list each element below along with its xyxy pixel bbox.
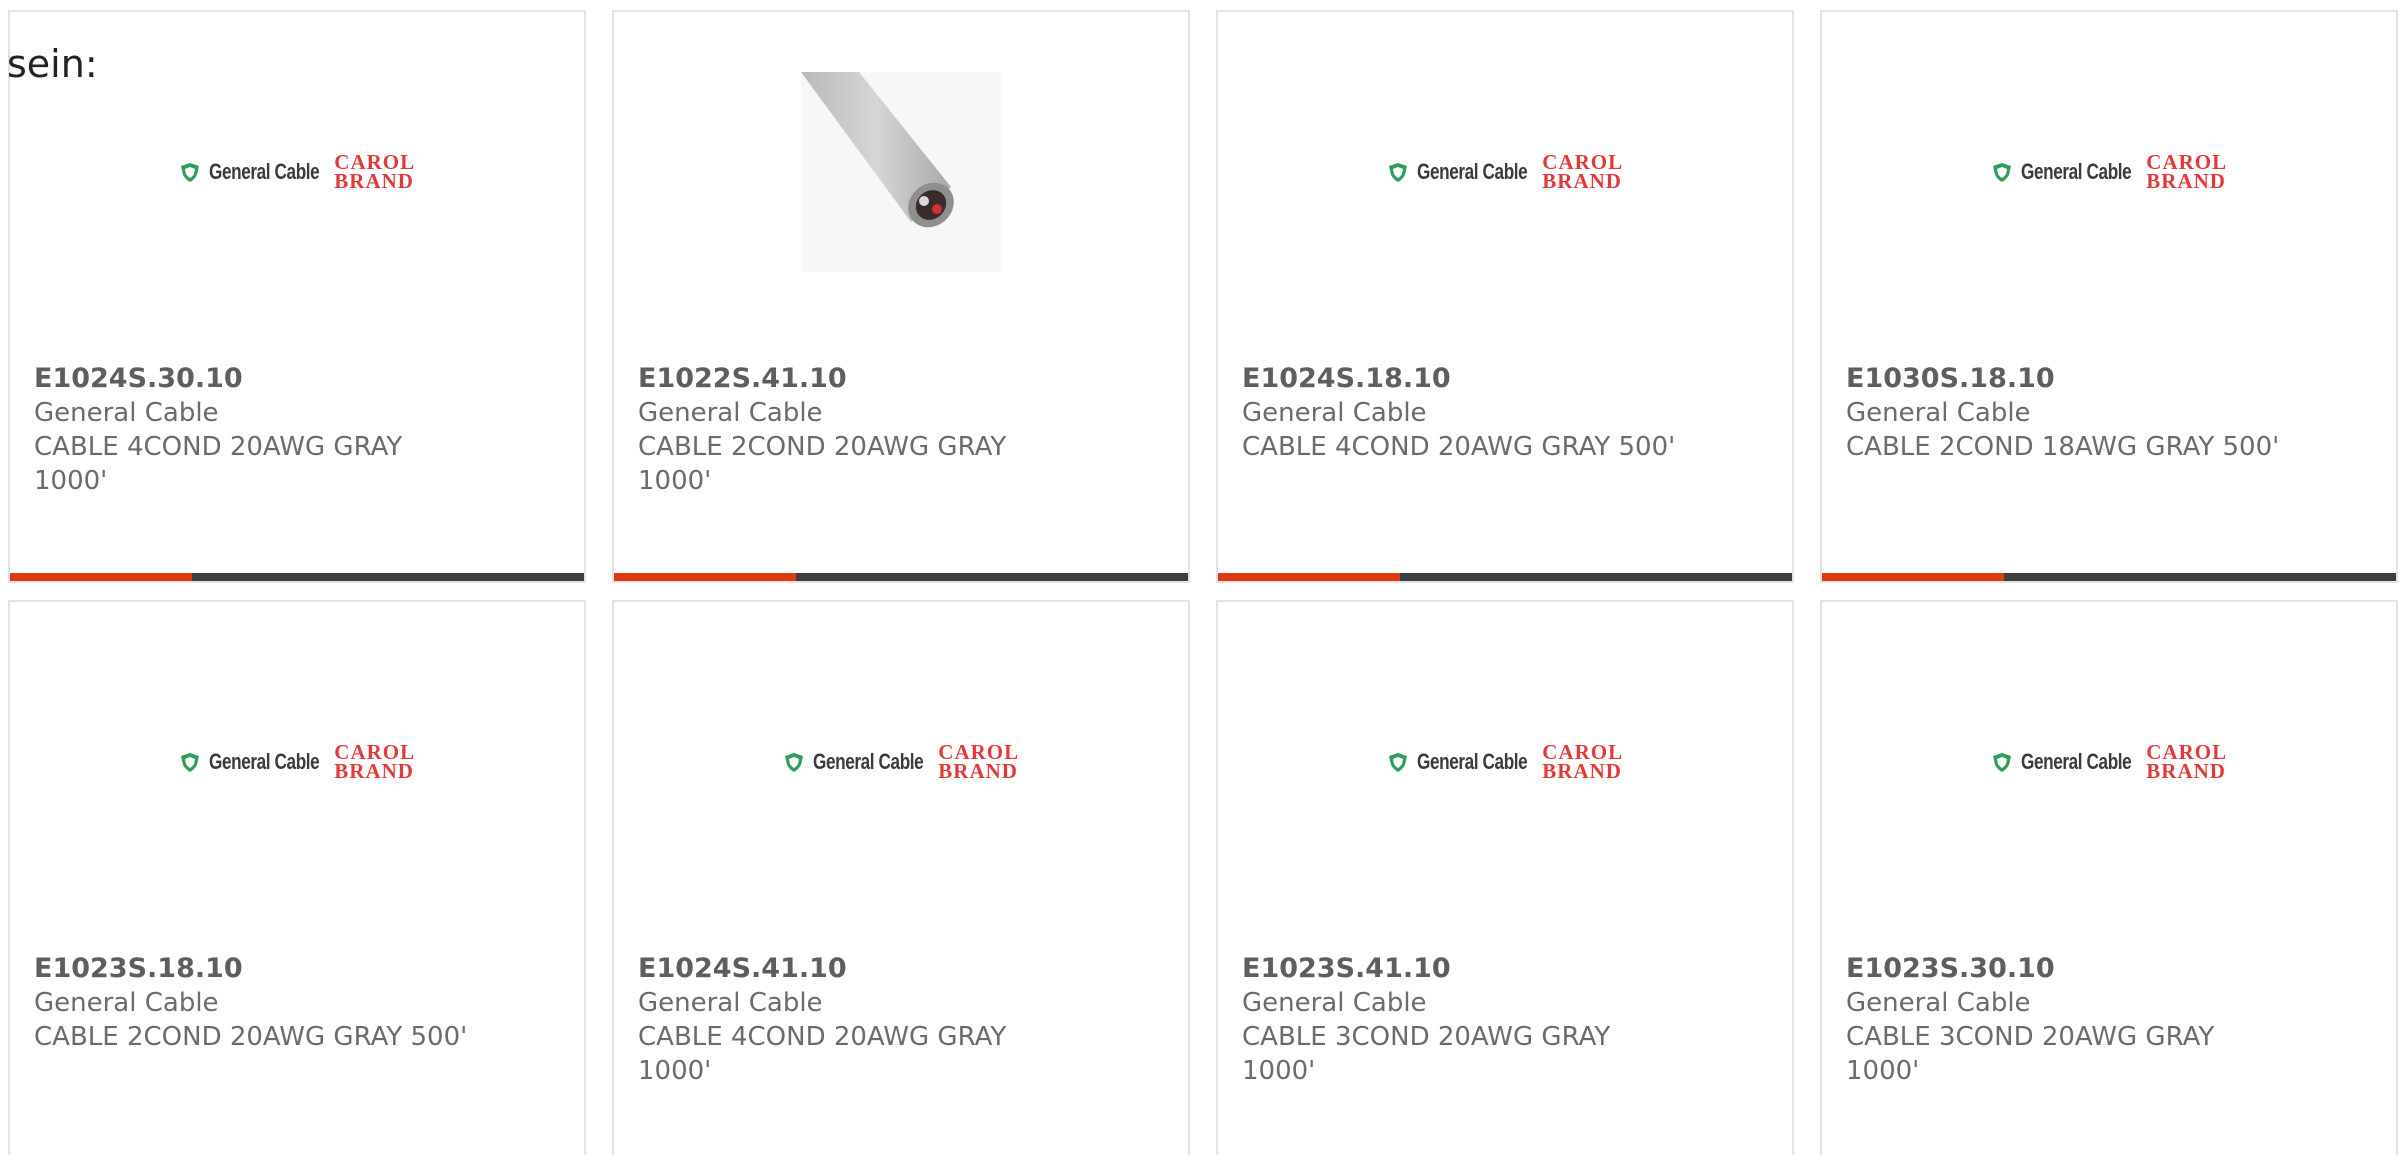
product-card[interactable]: E1022S.41.10 General Cable CABLE 2COND 2… xyxy=(612,10,1190,583)
brand-name: General Cable xyxy=(638,988,823,1018)
logo-general-cable-text: General Cable xyxy=(2020,159,2132,184)
general-cable-shield-icon xyxy=(1388,753,1407,772)
logo-general-cable-text: General Cable xyxy=(812,749,924,774)
product-description: CABLE 3COND 20AWG GRAY 1000' xyxy=(1846,1022,2215,1086)
general-cable-carol-brand-logo: General Cable CAROL BRAND xyxy=(179,150,416,193)
product-description: CABLE 2COND 20AWG GRAY 1000' xyxy=(638,432,1007,496)
product-card[interactable]: General Cable CAROL BRAND E1024S.18.10 Ge… xyxy=(1216,10,1794,583)
product-info: E1023S.41.10 General Cable CABLE 3COND 2… xyxy=(1242,952,1772,1088)
brand-name: General Cable xyxy=(1242,988,1427,1018)
card-accent-bar xyxy=(1218,573,1792,581)
product-image[interactable]: General Cable CAROL BRAND xyxy=(10,652,584,872)
logo-carol-brand: CAROL BRAND xyxy=(334,740,416,783)
part-number[interactable]: E1024S.30.10 xyxy=(34,362,564,396)
product-image[interactable]: General Cable CAROL BRAND xyxy=(614,652,1188,872)
general-cable-carol-brand-logo: General Cable CAROL BRAND xyxy=(1991,150,2228,193)
logo-carol-brand: CAROL BRAND xyxy=(334,150,416,193)
logo-carol-brand: CAROL BRAND xyxy=(1542,740,1624,783)
logo-carol-brand: CAROL BRAND xyxy=(1542,150,1624,193)
logo-general-cable-text: General Cable xyxy=(208,749,320,774)
product-description: CABLE 2COND 18AWG GRAY 500' xyxy=(1846,432,2280,462)
general-cable-shield-icon xyxy=(784,753,803,772)
general-cable-shield-icon xyxy=(1992,163,2011,182)
product-image[interactable]: General Cable CAROL BRAND xyxy=(1822,62,2396,282)
part-number[interactable]: E1022S.41.10 xyxy=(638,362,1168,396)
logo-general-cable-text: General Cable xyxy=(1416,159,1528,184)
general-cable-carol-brand-logo: General Cable CAROL BRAND xyxy=(179,740,416,783)
part-number[interactable]: E1023S.30.10 xyxy=(1846,952,2376,986)
card-accent-bar xyxy=(1822,573,2396,581)
product-card[interactable]: General Cable CAROL BRAND E1024S.41.10 Ge… xyxy=(612,600,1190,1155)
product-card[interactable]: General Cable CAROL BRAND E1023S.18.10 Ge… xyxy=(8,600,586,1155)
general-cable-carol-brand-logo: General Cable CAROL BRAND xyxy=(1387,150,1624,193)
product-description: CABLE 2COND 20AWG GRAY 500' xyxy=(34,1022,468,1052)
logo-general-cable-text: General Cable xyxy=(208,159,320,184)
brand-name: General Cable xyxy=(1846,988,2031,1018)
logo-general-cable-text: General Cable xyxy=(1416,749,1528,774)
part-number[interactable]: E1023S.41.10 xyxy=(1242,952,1772,986)
brand-name: General Cable xyxy=(1846,398,2031,428)
product-info: E1022S.41.10 General Cable CABLE 2COND 2… xyxy=(638,362,1168,498)
brand-name: General Cable xyxy=(34,398,219,428)
general-cable-shield-icon xyxy=(180,163,199,182)
product-image[interactable]: General Cable CAROL BRAND xyxy=(1218,62,1792,282)
part-number[interactable]: E1023S.18.10 xyxy=(34,952,564,986)
product-info: E1030S.18.10 General Cable CABLE 2COND 1… xyxy=(1846,362,2376,464)
product-image[interactable]: General Cable CAROL BRAND xyxy=(10,62,584,282)
card-accent-bar xyxy=(10,573,584,581)
product-description: CABLE 4COND 20AWG GRAY 500' xyxy=(1242,432,1676,462)
general-cable-shield-icon xyxy=(1992,753,2011,772)
general-cable-shield-icon xyxy=(180,753,199,772)
gray-cable-photo xyxy=(801,72,1001,272)
logo-carol-brand: CAROL BRAND xyxy=(2146,740,2228,783)
product-image[interactable]: General Cable CAROL BRAND xyxy=(1218,652,1792,872)
part-number[interactable]: E1030S.18.10 xyxy=(1846,362,2376,396)
general-cable-carol-brand-logo: General Cable CAROL BRAND xyxy=(1991,740,2228,783)
product-card[interactable]: General Cable CAROL BRAND E1024S.30.10 Ge… xyxy=(8,10,586,583)
logo-general-cable-text: General Cable xyxy=(2020,749,2132,774)
product-info: E1024S.30.10 General Cable CABLE 4COND 2… xyxy=(34,362,564,498)
product-info: E1024S.18.10 General Cable CABLE 4COND 2… xyxy=(1242,362,1772,464)
general-cable-shield-icon xyxy=(1388,163,1407,182)
part-number[interactable]: E1024S.41.10 xyxy=(638,952,1168,986)
product-image[interactable]: General Cable CAROL BRAND xyxy=(1822,652,2396,872)
brand-name: General Cable xyxy=(1242,398,1427,428)
brand-name: General Cable xyxy=(638,398,823,428)
product-info: E1024S.41.10 General Cable CABLE 4COND 2… xyxy=(638,952,1168,1088)
part-number[interactable]: E1024S.18.10 xyxy=(1242,362,1772,396)
logo-carol-brand: CAROL BRAND xyxy=(938,740,1020,783)
card-accent-bar xyxy=(614,573,1188,581)
product-description: CABLE 4COND 20AWG GRAY 1000' xyxy=(34,432,403,496)
product-card[interactable]: General Cable CAROL BRAND E1030S.18.10 Ge… xyxy=(1820,10,2398,583)
brand-name: General Cable xyxy=(34,988,219,1018)
product-description: CABLE 3COND 20AWG GRAY 1000' xyxy=(1242,1022,1611,1086)
intro-text: sein: xyxy=(7,42,98,86)
product-card[interactable]: General Cable CAROL BRAND E1023S.30.10 Ge… xyxy=(1820,600,2398,1155)
product-card[interactable]: General Cable CAROL BRAND E1023S.41.10 Ge… xyxy=(1216,600,1794,1155)
general-cable-carol-brand-logo: General Cable CAROL BRAND xyxy=(783,740,1020,783)
product-info: E1023S.30.10 General Cable CABLE 3COND 2… xyxy=(1846,952,2376,1088)
product-info: E1023S.18.10 General Cable CABLE 2COND 2… xyxy=(34,952,564,1054)
general-cable-carol-brand-logo: General Cable CAROL BRAND xyxy=(1387,740,1624,783)
product-image[interactable] xyxy=(614,62,1188,282)
logo-carol-brand: CAROL BRAND xyxy=(2146,150,2228,193)
product-description: CABLE 4COND 20AWG GRAY 1000' xyxy=(638,1022,1007,1086)
